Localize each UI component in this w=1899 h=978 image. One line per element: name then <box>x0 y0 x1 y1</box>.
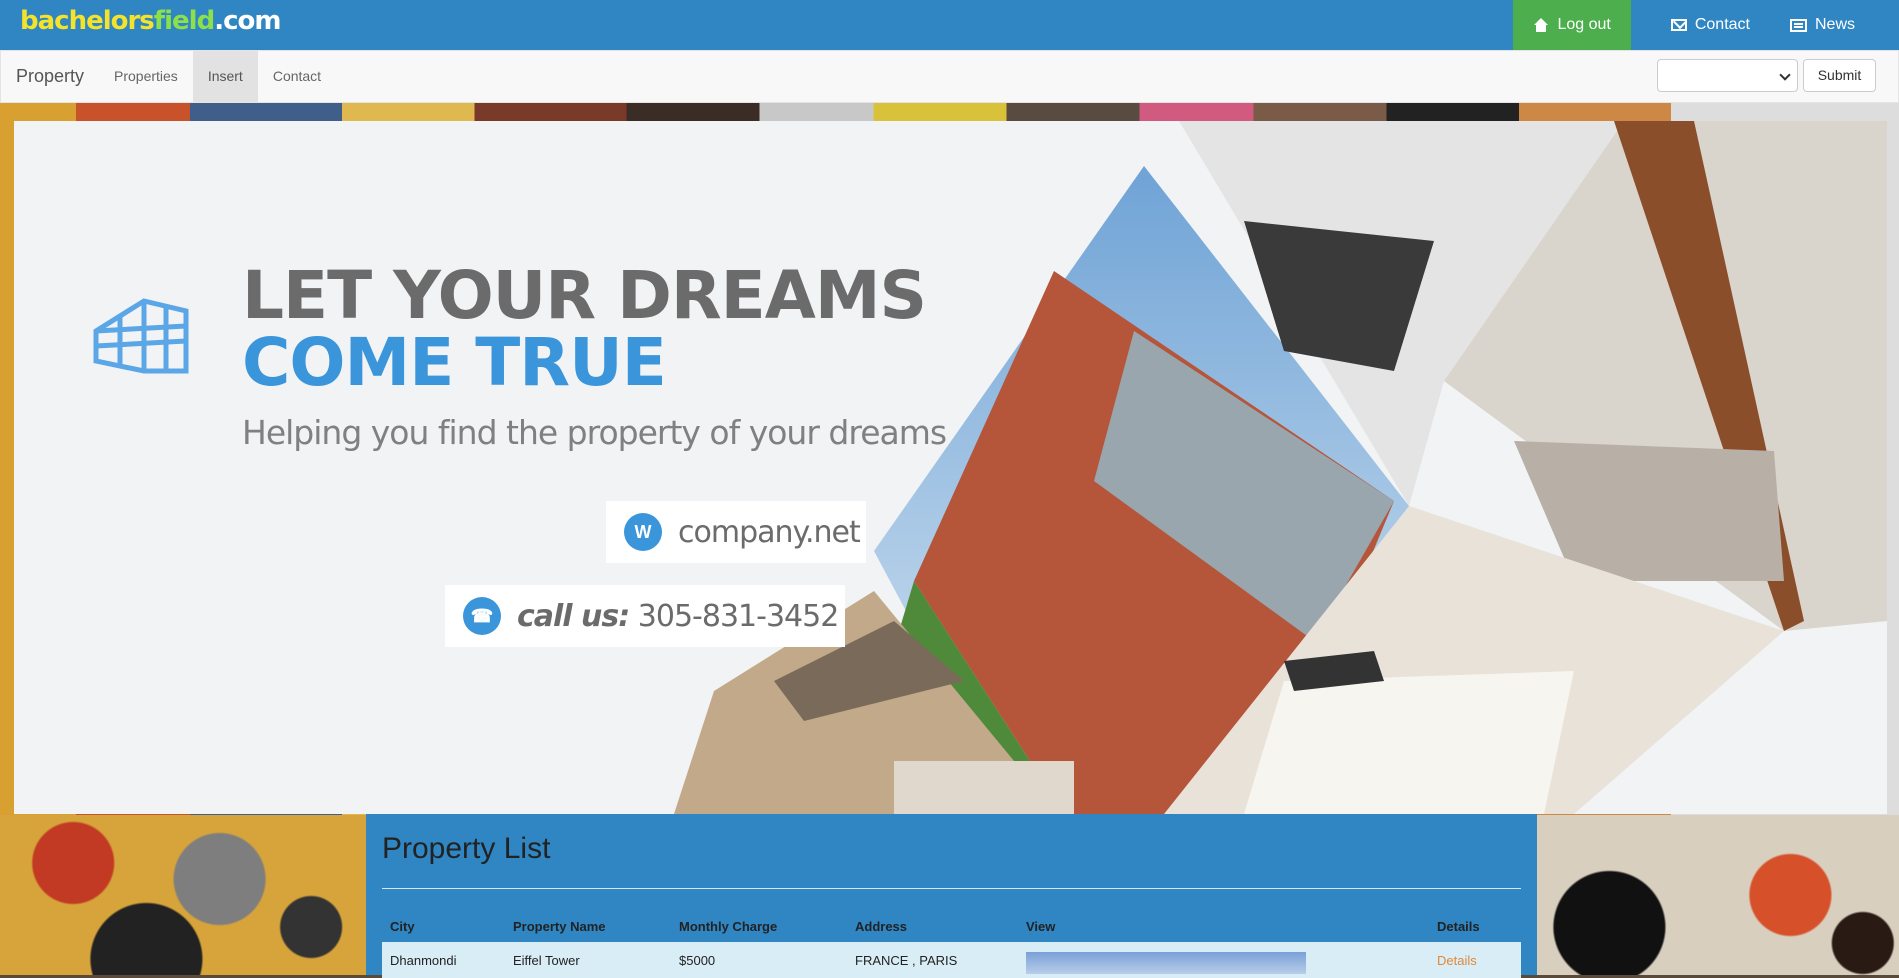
property-list-title: Property List <box>382 832 551 865</box>
top-header: bachelorsfield.com Log out Contact News <box>0 0 1899 50</box>
cell-property-name: Eiffel Tower <box>505 942 671 978</box>
logout-label: Log out <box>1557 16 1611 33</box>
banner-photo-collage <box>674 121 1887 814</box>
cell-address: FRANCE , PARIS <box>847 942 1018 978</box>
website-badge: W company.net <box>606 501 866 563</box>
newspaper-icon <box>1789 18 1807 32</box>
panel-divider <box>382 888 1521 889</box>
website-text: company.net <box>678 514 861 550</box>
banner-headline-1: LET YOUR DREAMS <box>242 257 927 334</box>
envelope-icon <box>1670 19 1687 31</box>
background-left-art <box>0 815 366 975</box>
cell-view <box>1018 942 1429 978</box>
cell-monthly-charge: $5000 <box>671 942 847 978</box>
column-header-address: Address <box>855 919 908 934</box>
phone-number: 305-831-3452 <box>637 598 840 634</box>
website-icon: W <box>624 513 662 551</box>
home-icon <box>1533 18 1549 32</box>
column-header-view: View <box>1026 919 1056 934</box>
navbar-links: Properties Insert Contact <box>99 51 336 102</box>
property-thumbnail[interactable] <box>1026 952 1306 974</box>
call-label: call us: <box>517 598 630 634</box>
filter-select[interactable] <box>1657 59 1798 92</box>
property-list-panel: Property List City Property Name Monthly… <box>366 814 1537 978</box>
cell-city: Dhanmondi <box>382 942 505 978</box>
hero-banner: LET YOUR DREAMS COME TRUE Helping you fi… <box>14 121 1887 814</box>
logout-link[interactable]: Log out <box>1513 0 1631 50</box>
top-links: Log out Contact News <box>1513 0 1899 50</box>
nav-item-properties[interactable]: Properties <box>99 51 193 102</box>
background-right-art <box>1537 815 1899 975</box>
table-header-row: City Property Name Monthly Charge Addres… <box>382 898 1521 942</box>
details-link[interactable]: Details <box>1437 953 1477 968</box>
nav-item-insert[interactable]: Insert <box>192 51 258 102</box>
site-logo[interactable]: bachelorsfield.com <box>20 6 281 36</box>
phone-text: call us: 305-831-3452 <box>517 598 840 634</box>
banner-headline-2: COME TRUE <box>242 324 667 401</box>
nav-item-contact[interactable]: Contact <box>258 51 336 102</box>
contact-link[interactable]: Contact <box>1651 0 1770 50</box>
banner-subheadline: Helping you find the property of your dr… <box>242 413 947 452</box>
navbar-brand[interactable]: Property <box>16 51 84 102</box>
property-table: City Property Name Monthly Charge Addres… <box>382 898 1521 978</box>
building-logo-icon <box>93 298 189 374</box>
main-navbar: Property Properties Insert Contact Submi… <box>0 50 1899 103</box>
table-row: Dhanmondi Eiffel Tower $5000 FRANCE , PA… <box>382 942 1521 978</box>
column-header-city: City <box>390 919 415 934</box>
column-header-property-name: Property Name <box>513 919 606 934</box>
cell-details: Details <box>1429 942 1521 978</box>
column-header-details: Details <box>1437 919 1480 934</box>
submit-button[interactable]: Submit <box>1803 59 1876 92</box>
logo-part-1: bachelors <box>20 6 155 36</box>
phone-icon: ☎ <box>463 597 501 635</box>
contact-label: Contact <box>1694 16 1750 33</box>
phone-badge: ☎ call us: 305-831-3452 <box>445 585 845 647</box>
logo-part-3: .com <box>214 6 281 36</box>
news-label: News <box>1814 16 1855 33</box>
logo-part-2: field <box>153 6 215 36</box>
news-link[interactable]: News <box>1770 0 1875 50</box>
column-header-monthly-charge: Monthly Charge <box>679 919 778 934</box>
